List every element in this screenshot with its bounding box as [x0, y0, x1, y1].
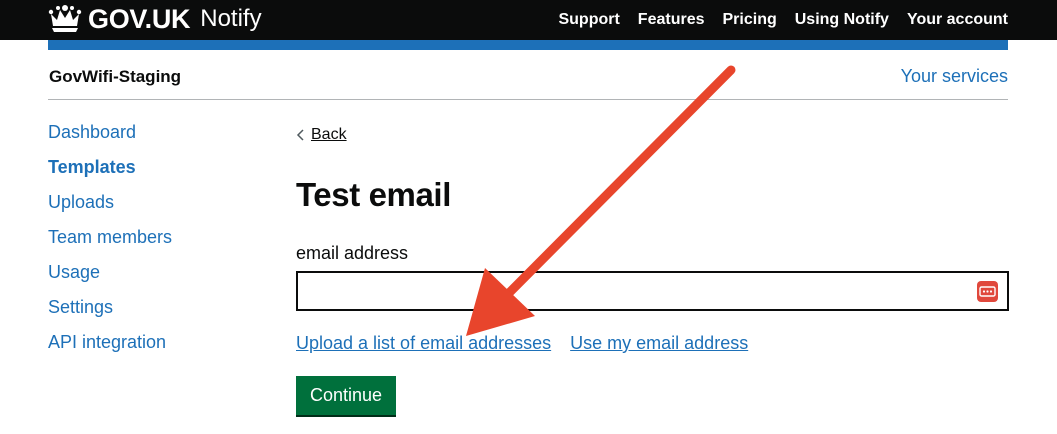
nav-pricing[interactable]: Pricing [723, 11, 777, 29]
sidebar-item-dashboard: Dashboard [48, 122, 172, 157]
product-name: Notify [200, 5, 262, 32]
logo-text: GOV.UK [88, 3, 191, 34]
password-manager-icon[interactable] [977, 281, 998, 302]
sidebar-item-templates: Templates [48, 157, 172, 192]
sidebar-item-team-members: Team members [48, 227, 172, 262]
use-my-email-link[interactable]: Use my email address [570, 333, 748, 354]
crown-icon [48, 5, 82, 32]
govuk-logo-link[interactable]: GOV.UK Notify [48, 2, 262, 36]
your-services-link[interactable]: Your services [901, 66, 1008, 87]
service-name: GovWifi-Staging [49, 67, 182, 86]
sidebar-item-api-integration: API integration [48, 332, 172, 367]
sidebar-link-settings[interactable]: Settings [48, 297, 113, 317]
nav-support[interactable]: Support [558, 11, 619, 29]
sidebar-link-api-integration[interactable]: API integration [48, 332, 166, 352]
back-link[interactable]: Back [296, 126, 347, 144]
chevron-left-icon [296, 129, 304, 141]
upload-list-link[interactable]: Upload a list of email addresses [296, 333, 551, 354]
site-header: GOV.UK Notify Support Features Pricing U… [0, 0, 1057, 40]
sidebar-link-team-members[interactable]: Team members [48, 227, 172, 247]
nav-features[interactable]: Features [638, 11, 705, 29]
sidebar-link-templates[interactable]: Templates [48, 157, 136, 177]
page-title: Test email [296, 176, 451, 213]
service-navigation: GovWifi-Staging Your services [48, 58, 1008, 100]
sidebar-link-dashboard[interactable]: Dashboard [48, 122, 136, 142]
continue-button[interactable]: Continue [296, 376, 396, 415]
sidebar-link-usage[interactable]: Usage [48, 262, 100, 282]
alternative-links: Upload a list of email addresses Use my … [296, 333, 748, 354]
sidebar-item-settings: Settings [48, 297, 172, 332]
nav-your-account[interactable]: Your account [907, 11, 1008, 29]
nav-using-notify[interactable]: Using Notify [795, 11, 889, 29]
sidebar-item-usage: Usage [48, 262, 172, 297]
back-label: Back [311, 126, 347, 143]
sidebar-link-uploads[interactable]: Uploads [48, 192, 114, 212]
email-field[interactable] [296, 271, 1009, 311]
sidebar-item-uploads: Uploads [48, 192, 172, 227]
header-accent-bar [48, 40, 1008, 50]
sidebar-navigation: Dashboard Templates Uploads Team members… [48, 122, 172, 367]
top-navigation: Support Features Pricing Using Notify Yo… [558, 0, 1008, 40]
email-field-label: email address [296, 243, 409, 263]
